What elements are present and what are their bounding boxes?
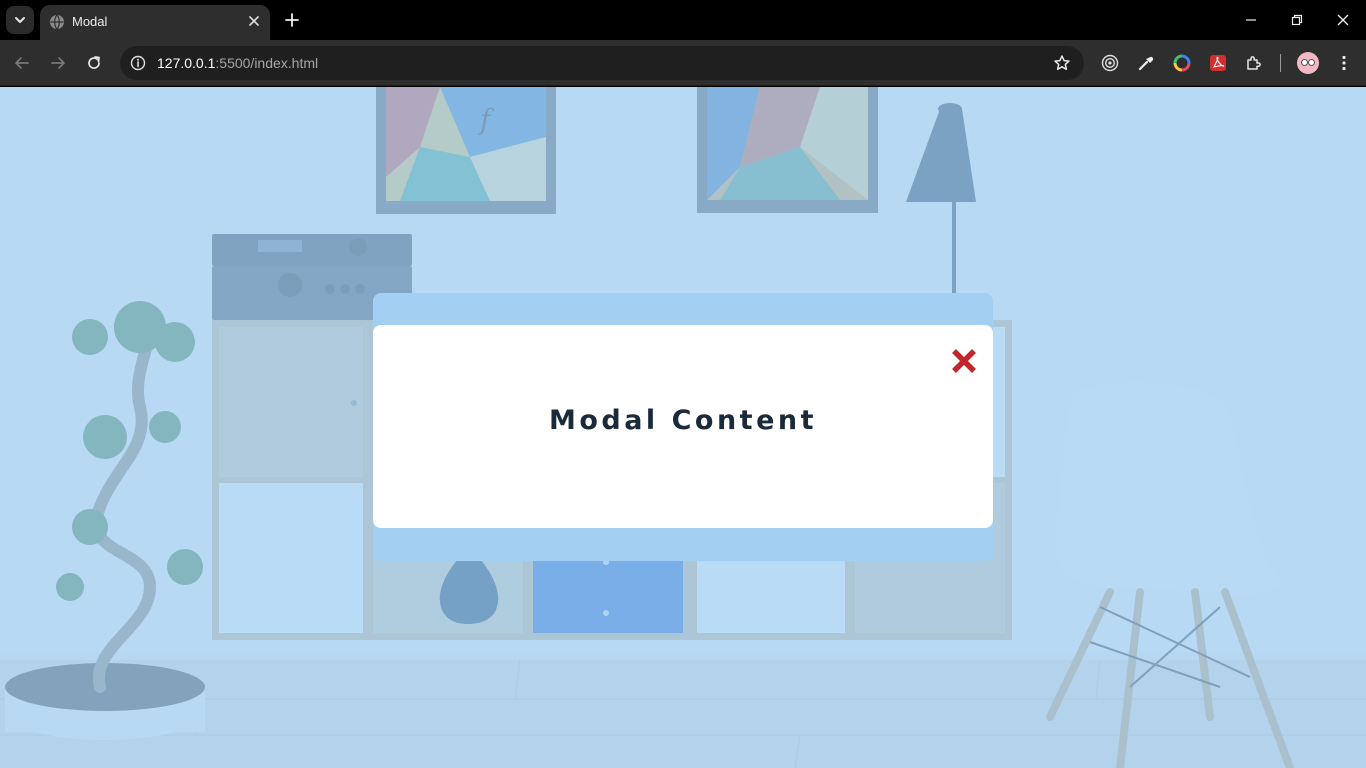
extensions-puzzle-icon[interactable] bbox=[1243, 52, 1265, 74]
tab-title: Modal bbox=[72, 14, 108, 29]
url-host: 127.0.0.1 bbox=[157, 55, 216, 71]
color-wheel-icon[interactable] bbox=[1171, 52, 1193, 74]
reload-button[interactable] bbox=[82, 51, 106, 75]
page-viewport: f bbox=[0, 87, 1366, 768]
globe-icon bbox=[49, 14, 65, 35]
active-tab[interactable]: Modal bbox=[40, 5, 270, 40]
modal-title: Modal Content bbox=[548, 405, 818, 436]
pdf-icon[interactable] bbox=[1207, 52, 1229, 74]
bookmark-star-icon[interactable] bbox=[1052, 53, 1072, 73]
eyedropper-icon[interactable] bbox=[1135, 52, 1157, 74]
reload-icon bbox=[88, 56, 100, 69]
close-tab-icon[interactable] bbox=[246, 13, 262, 29]
plus-icon bbox=[285, 13, 299, 27]
modal-close-button[interactable] bbox=[949, 346, 979, 376]
close-icon bbox=[1337, 14, 1349, 26]
close-window-button[interactable] bbox=[1320, 0, 1366, 40]
browser-menu-icon[interactable] bbox=[1333, 52, 1355, 74]
forward-button[interactable] bbox=[46, 51, 70, 75]
restore-button[interactable] bbox=[1274, 0, 1320, 40]
url-path: :5500/index.html bbox=[215, 55, 319, 71]
modal-dialog: Modal Content bbox=[373, 325, 993, 528]
browser-toolbar: 127.0.0.1:5500/index.html bbox=[0, 40, 1366, 86]
minimize-button[interactable] bbox=[1228, 0, 1274, 40]
address-bar[interactable]: 127.0.0.1:5500/index.html bbox=[120, 46, 1084, 80]
toolbar-divider bbox=[1280, 54, 1281, 72]
site-info-icon[interactable] bbox=[128, 53, 148, 73]
extension-target-icon[interactable] bbox=[1099, 52, 1121, 74]
back-button[interactable] bbox=[10, 51, 34, 75]
close-x-icon bbox=[952, 349, 976, 373]
tab-search-button[interactable] bbox=[6, 6, 34, 34]
chevron-down-icon bbox=[15, 17, 25, 23]
profile-avatar[interactable] bbox=[1297, 52, 1319, 74]
new-tab-button[interactable] bbox=[282, 10, 302, 30]
tab-strip: Modal bbox=[0, 0, 1366, 40]
url-text[interactable]: 127.0.0.1:5500/index.html bbox=[157, 55, 318, 71]
restore-icon bbox=[1291, 14, 1303, 26]
arrow-right-icon bbox=[51, 57, 65, 69]
arrow-left-icon bbox=[15, 57, 29, 69]
minimize-icon bbox=[1246, 19, 1256, 21]
